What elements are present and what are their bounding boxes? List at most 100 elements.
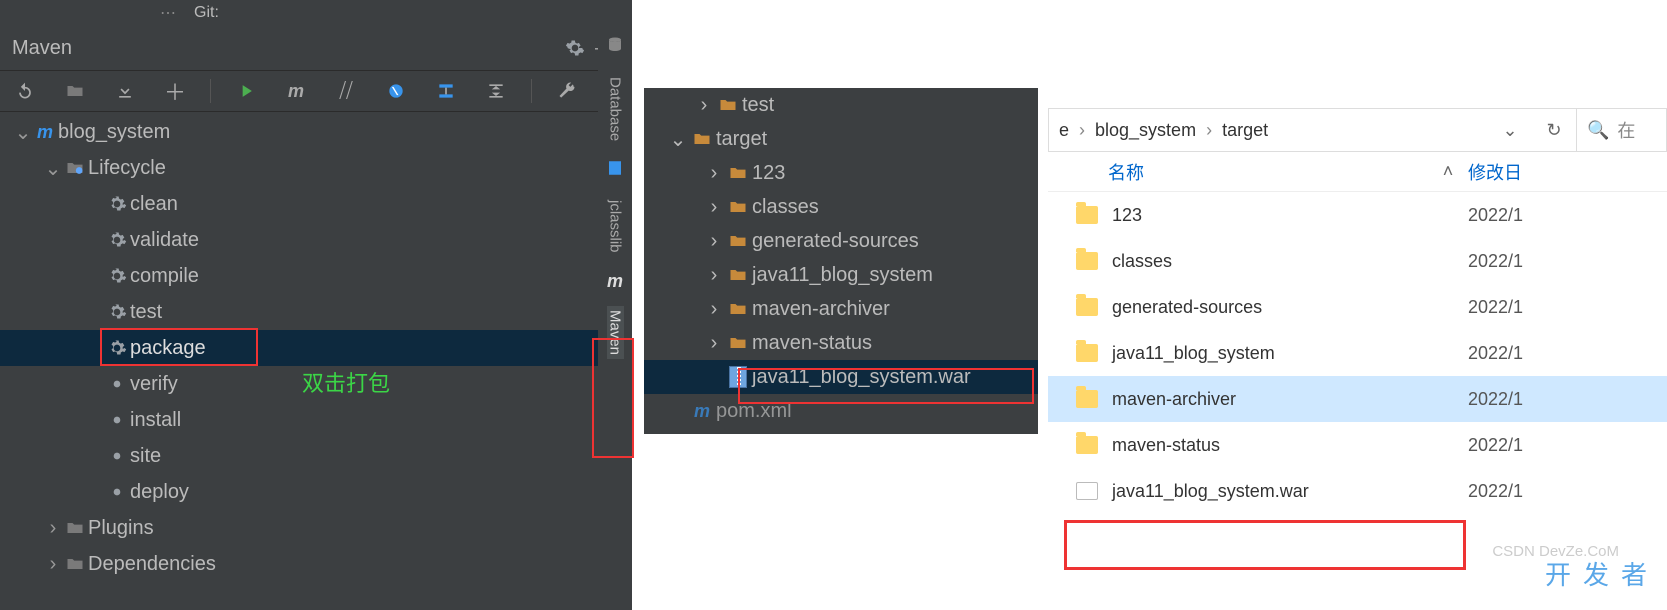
collapse-icon[interactable] <box>481 76 511 106</box>
show-deps-icon[interactable] <box>431 76 461 106</box>
phase-clean[interactable]: clean <box>0 186 632 222</box>
phase-label: install <box>130 409 181 432</box>
gear-icon <box>104 302 130 322</box>
plugins-node[interactable]: › Plugins <box>0 510 632 546</box>
folder-icon <box>1076 206 1098 224</box>
highlight-box <box>1064 520 1466 570</box>
file-row[interactable]: java11_blog_system2022/1 <box>1048 330 1667 376</box>
ellipsis-icon: ⋯ <box>160 3 176 23</box>
chevron-down-icon: ⌄ <box>44 156 62 181</box>
file-row[interactable]: java11_blog_system.war 2022/1 <box>1048 468 1667 514</box>
search-input[interactable]: 🔍 在 <box>1577 108 1667 152</box>
reload-icon[interactable] <box>10 76 40 106</box>
gear-icon <box>104 230 130 250</box>
phase-validate[interactable]: validate <box>0 222 632 258</box>
folder-icon <box>62 554 88 574</box>
phase-test[interactable]: test <box>0 294 632 330</box>
phase-label: validate <box>130 229 199 252</box>
file-row[interactable]: maven-status2022/1 <box>1048 422 1667 468</box>
tree-item[interactable]: ›maven-status <box>644 326 1038 360</box>
phase-deploy[interactable]: deploy <box>0 474 632 510</box>
maven-rail-icon[interactable]: m <box>607 271 623 292</box>
folder-icon <box>1076 298 1098 316</box>
tree-item[interactable]: ›java11_blog_system <box>644 258 1038 292</box>
project-target-tree: ›test ⌄target ›123 ›classes ›generated-s… <box>644 88 1038 434</box>
folder-icon <box>688 129 716 149</box>
item-label: 123 <box>752 162 785 185</box>
phase-package[interactable]: package <box>0 330 632 366</box>
project-node[interactable]: ⌄ m blog_system <box>0 114 632 150</box>
database-rail-label[interactable]: Database <box>607 73 624 145</box>
folder-icon <box>1076 252 1098 270</box>
folder-icon <box>724 197 752 217</box>
file-row[interactable]: classes2022/1 <box>1048 238 1667 284</box>
tree-item[interactable]: ›generated-sources <box>644 224 1038 258</box>
item-label: generated-sources <box>752 230 919 253</box>
generate-sources-icon[interactable] <box>60 76 90 106</box>
refresh-icon[interactable]: ↻ <box>1532 120 1576 141</box>
breadcrumb-seg[interactable]: target <box>1212 120 1278 141</box>
phase-install[interactable]: install <box>0 402 632 438</box>
file-date: 2022/1 <box>1468 343 1523 364</box>
file-icon <box>1076 482 1098 500</box>
file-name: 123 <box>1112 205 1142 226</box>
download-icon[interactable] <box>110 76 140 106</box>
tree-item-target[interactable]: ⌄target <box>644 122 1038 156</box>
chevron-right-icon: › <box>704 162 724 185</box>
execute-maven-goal-icon[interactable]: m <box>281 76 311 106</box>
add-icon[interactable]: ＋ <box>160 76 190 106</box>
deps-label: Dependencies <box>88 553 216 576</box>
lifecycle-label: Lifecycle <box>88 157 166 180</box>
phase-site[interactable]: site <box>0 438 632 474</box>
highlight-box <box>738 368 1034 404</box>
col-mdate[interactable]: 修改日 <box>1468 159 1522 185</box>
col-name[interactable]: 名称 <box>1048 159 1428 185</box>
chevron-right-icon: › <box>704 298 724 321</box>
lifecycle-node[interactable]: ⌄ Lifecycle <box>0 150 632 186</box>
chevron-down-icon: ⌄ <box>14 120 32 145</box>
ide-right-rail: Database jclasslib m Maven <box>598 26 632 586</box>
tree-item-test[interactable]: ›test <box>644 88 1038 122</box>
phase-label: deploy <box>130 481 189 504</box>
folder-icon <box>724 299 752 319</box>
chevron-down-icon[interactable]: ⌄ <box>1488 120 1532 141</box>
deps-node[interactable]: › Dependencies <box>0 546 632 582</box>
git-label: Git: <box>194 4 219 22</box>
breadcrumb-seg[interactable]: blog_system <box>1085 120 1206 141</box>
database-rail-icon[interactable] <box>606 36 624 59</box>
run-icon[interactable] <box>231 76 261 106</box>
phase-compile[interactable]: compile <box>0 258 632 294</box>
file-name: classes <box>1112 251 1172 272</box>
jclasslib-rail-label[interactable]: jclasslib <box>607 196 624 257</box>
gear-icon <box>104 338 130 358</box>
offline-mode-icon[interactable] <box>381 76 411 106</box>
file-date: 2022/1 <box>1468 481 1523 502</box>
chevron-down-icon: ⌄ <box>668 127 688 152</box>
wrench-icon[interactable] <box>552 76 582 106</box>
search-icon: 🔍 <box>1587 120 1609 141</box>
breadcrumb-seg[interactable]: e <box>1049 120 1079 141</box>
tree-item[interactable]: › 123 <box>644 156 1038 190</box>
tree-item[interactable]: ›maven-archiver <box>644 292 1038 326</box>
file-date: 2022/1 <box>1468 389 1523 410</box>
file-name: java11_blog_system.war <box>1112 481 1309 502</box>
phase-label: verify <box>130 373 178 396</box>
folder-icon <box>724 265 752 285</box>
settings-icon[interactable] <box>560 33 590 63</box>
gear-icon <box>104 194 130 214</box>
file-row[interactable]: maven-archiver2022/1 <box>1048 376 1667 422</box>
folder-icon <box>724 163 752 183</box>
breadcrumb[interactable]: e› blog_system› target ⌄ ↻ <box>1048 108 1577 152</box>
ide-top-strip: ⋯ Git: <box>0 0 632 26</box>
folder-icon <box>724 231 752 251</box>
gear-icon <box>104 410 130 430</box>
column-header[interactable]: 名称 ˄ 修改日 <box>1048 152 1667 192</box>
folder-icon <box>1076 344 1098 362</box>
toggle-skip-tests-icon[interactable]: ⧸⧸ <box>331 76 361 106</box>
jclasslib-rail-icon[interactable] <box>606 159 624 182</box>
file-row[interactable]: generated-sources2022/1 <box>1048 284 1667 330</box>
chevron-right-icon: › <box>44 517 62 540</box>
plugins-label: Plugins <box>88 517 154 540</box>
tree-item[interactable]: ›classes <box>644 190 1038 224</box>
file-row[interactable]: 1232022/1 <box>1048 192 1667 238</box>
